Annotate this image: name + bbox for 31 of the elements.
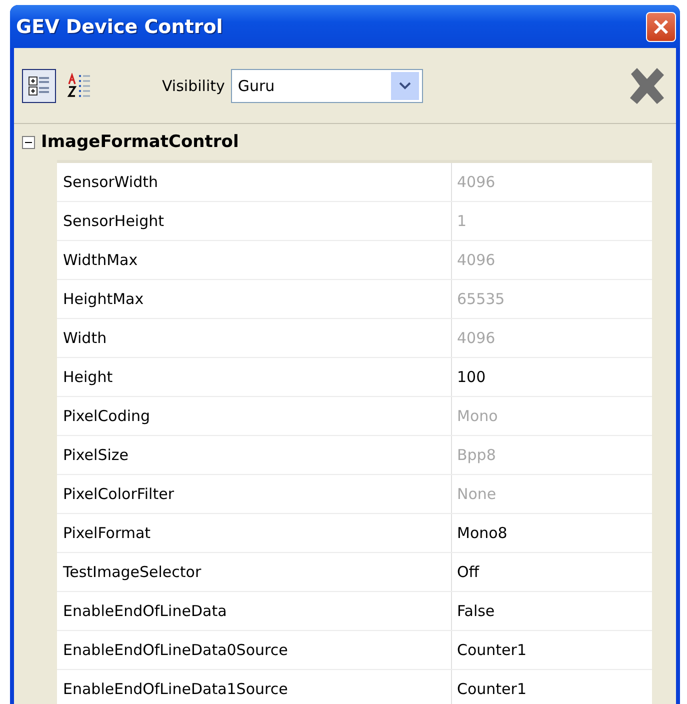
- property-value: 4096: [456, 172, 496, 193]
- property-value[interactable]: Counter1: [452, 631, 652, 669]
- close-button[interactable]: [646, 12, 676, 42]
- window-title: GEV Device Control: [16, 16, 223, 38]
- sort-alphabetical-icon: [67, 72, 91, 98]
- chevron-down-icon: [398, 82, 411, 90]
- property-value: Mono: [456, 406, 499, 427]
- property-value[interactable]: Counter1: [452, 670, 652, 704]
- category-name: ImageFormatControl: [41, 132, 239, 152]
- property-name[interactable]: PixelFormat: [57, 514, 452, 552]
- property-name[interactable]: EnableEndOfLineData: [57, 592, 452, 630]
- property-value[interactable]: Mono8: [452, 514, 652, 552]
- visibility-label: Visibility: [162, 76, 225, 94]
- property-value: 65535: [456, 289, 506, 310]
- collapse-toggle-icon[interactable]: [22, 136, 35, 148]
- property-name[interactable]: EnableEndOfLineData1Source: [57, 670, 452, 704]
- property-name[interactable]: EnableEndOfLineData0Source: [57, 631, 452, 669]
- property-name[interactable]: Height: [57, 358, 452, 396]
- property-value[interactable]: Off: [452, 553, 652, 591]
- property-value[interactable]: 100: [452, 358, 652, 396]
- categorized-view-icon: [27, 74, 51, 98]
- close-icon: [652, 18, 670, 36]
- property-name[interactable]: TestImageSelector: [57, 553, 452, 591]
- property-value: Bpp8: [456, 445, 497, 466]
- visibility-dropdown[interactable]: Guru: [230, 68, 423, 102]
- property-value: 4096: [456, 328, 496, 349]
- property-value: 4096: [456, 250, 496, 271]
- property-value[interactable]: False: [452, 592, 652, 630]
- view-mode-button[interactable]: [22, 68, 56, 102]
- property-value: 1: [456, 211, 468, 232]
- property-value: None: [456, 484, 498, 505]
